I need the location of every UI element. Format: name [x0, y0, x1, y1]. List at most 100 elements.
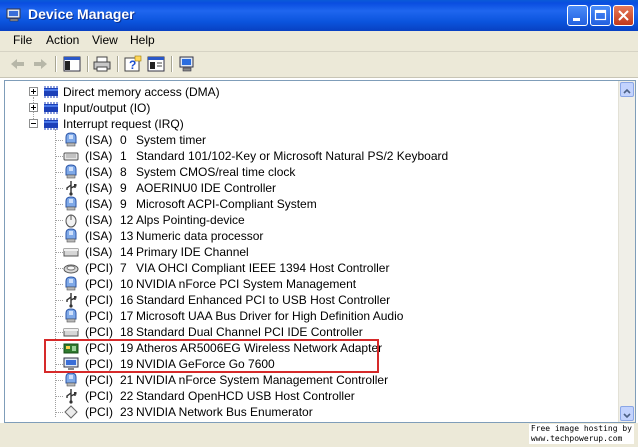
device-irq: 21 — [120, 373, 134, 387]
menu-help[interactable]: Help — [130, 33, 155, 47]
device-row[interactable]: (PCI) 7 VIA OHCI Compliant IEEE 1394 Host … — [63, 260, 423, 276]
device-irq: 17 — [120, 309, 134, 323]
toolbar-separator — [87, 56, 89, 72]
expand-toggle[interactable] — [29, 103, 38, 112]
system-device-icon — [65, 276, 77, 291]
device-name: NVIDIA nForce PCI System Management — [136, 277, 357, 291]
show-hide-tree-icon[interactable] — [62, 55, 82, 73]
network-enumerator-icon — [64, 405, 78, 419]
vertical-scrollbar[interactable] — [618, 81, 635, 422]
collapse-toggle[interactable] — [29, 119, 38, 128]
device-row[interactable]: (ISA) 8 System CMOS/real time clock — [63, 164, 423, 180]
tree-category-io[interactable]: Input/output (IO) — [29, 100, 329, 116]
tree-guide — [55, 396, 63, 397]
minimize-button[interactable] — [567, 5, 588, 26]
device-irq: 10 — [120, 277, 134, 291]
chevron-up-icon — [623, 88, 631, 94]
tree-guide — [55, 284, 63, 285]
expand-toggle[interactable] — [29, 87, 38, 96]
system-device-icon — [65, 372, 77, 387]
device-row[interactable]: (ISA) 13 Numeric data processor — [63, 228, 423, 244]
menu-action[interactable]: Action — [46, 33, 79, 47]
device-name: Primary IDE Channel — [136, 245, 249, 259]
forward-icon[interactable] — [30, 55, 50, 73]
device-irq: 9 — [120, 181, 127, 195]
device-irq: 16 — [120, 293, 134, 307]
device-bus: (PCI) — [85, 325, 113, 339]
device-row[interactable]: (ISA) 1 Standard 101/102-Key or Microsoft … — [63, 148, 448, 164]
tree-guide — [55, 332, 63, 333]
device-row[interactable]: (ISA) 9 AOERINU0 IDE Controller — [63, 180, 423, 196]
device-irq: 0 — [120, 133, 127, 147]
tree-guide — [55, 204, 63, 205]
device-bus: (PCI) — [85, 389, 113, 403]
device-row[interactable]: (ISA) 9 Microsoft ACPI-Compliant System — [63, 196, 423, 212]
device-bus: (PCI) — [85, 373, 113, 387]
device-name: Standard OpenHCD USB Host Controller — [136, 389, 355, 403]
help-icon[interactable]: ? — [123, 55, 143, 73]
scan-hardware-icon[interactable] — [177, 55, 197, 73]
mouse-icon — [65, 214, 77, 228]
device-row[interactable]: (PCI) 17 Microsoft UAA Bus Driver for High… — [63, 308, 423, 324]
device-row[interactable]: (ISA) 12 Alps Pointing-device — [63, 212, 423, 228]
tree-guide — [55, 316, 63, 317]
device-row[interactable]: (PCI) 10 NVIDIA nForce PCI System Manageme… — [63, 276, 423, 292]
properties-icon[interactable] — [146, 55, 166, 73]
memory-resource-icon — [44, 86, 58, 98]
device-row[interactable]: (PCI) 23 NVIDIA Network Bus Enumerator — [63, 404, 423, 420]
device-irq: 9 — [120, 197, 127, 211]
tree-guide — [55, 156, 63, 157]
title-bar[interactable]: Device Manager — [0, 0, 638, 31]
keyboard-icon — [63, 152, 79, 161]
print-icon[interactable] — [92, 55, 112, 73]
device-row[interactable]: (ISA) 0 System timer — [63, 132, 423, 148]
device-row[interactable]: (ISA) 14 Primary IDE Channel — [63, 244, 423, 260]
toolbar-separator — [171, 56, 173, 72]
tree-guide — [55, 236, 63, 237]
device-row[interactable]: (PCI) 18 Standard Dual Channel PCI IDE Con… — [63, 324, 423, 340]
tree-guide — [55, 380, 63, 381]
device-row[interactable]: (PCI) 16 Standard Enhanced PCI to USB Host… — [63, 292, 423, 308]
toolbar-separator — [117, 56, 119, 72]
tree-guide — [55, 172, 63, 173]
scroll-up-button[interactable] — [620, 82, 634, 97]
close-button[interactable] — [613, 5, 634, 26]
device-bus: (PCI) — [85, 405, 113, 419]
maximize-button[interactable] — [590, 5, 611, 26]
tree-category-dma[interactable]: Direct memory access (DMA) — [29, 84, 329, 100]
usb-controller-icon — [66, 181, 77, 196]
device-irq: 18 — [120, 325, 134, 339]
back-icon[interactable] — [8, 55, 28, 73]
device-bus: (PCI) — [85, 277, 113, 291]
device-name: Standard 101/102-Key or Microsoft Natura… — [136, 149, 449, 163]
tree-category-label: Direct memory access (DMA) — [63, 85, 220, 99]
maximize-icon — [594, 9, 607, 21]
device-bus: (ISA) — [85, 181, 113, 195]
device-bus: (PCI) — [85, 261, 113, 275]
memory-resource-icon — [44, 118, 58, 130]
tree-category-irq[interactable]: Interrupt request (IRQ) — [29, 116, 329, 132]
device-name: NVIDIA nForce System Management Controll… — [136, 373, 389, 387]
device-name: Numeric data processor — [136, 229, 264, 243]
scroll-down-button[interactable] — [620, 406, 634, 421]
watermark-line: www.techpowerup.com — [530, 434, 623, 443]
minimize-icon — [573, 18, 580, 21]
window-title: Device Manager — [28, 6, 135, 22]
device-row[interactable]: (PCI) 22 Standard OpenHCD USB Host Control… — [63, 388, 423, 404]
tree-category-label: Input/output (IO) — [63, 101, 151, 115]
device-name: System timer — [136, 133, 207, 147]
system-device-icon — [65, 308, 77, 323]
device-row[interactable]: (PCI) 21 NVIDIA nForce System Management C… — [63, 372, 423, 388]
tree-guide — [55, 220, 63, 221]
device-irq: 14 — [120, 245, 134, 259]
menu-view[interactable]: View — [92, 33, 118, 47]
device-name: Standard Enhanced PCI to USB Host Contro… — [136, 293, 391, 307]
usb-controller-icon — [66, 293, 77, 308]
device-name: System CMOS/real time clock — [136, 165, 296, 179]
usb-controller-icon — [66, 389, 77, 404]
device-bus: (PCI) — [85, 309, 113, 323]
menu-file[interactable]: File — [13, 33, 32, 47]
device-name: AOERINU0 IDE Controller — [136, 181, 277, 195]
device-bus: (PCI) — [85, 293, 113, 307]
ieee1394-icon — [63, 264, 79, 274]
